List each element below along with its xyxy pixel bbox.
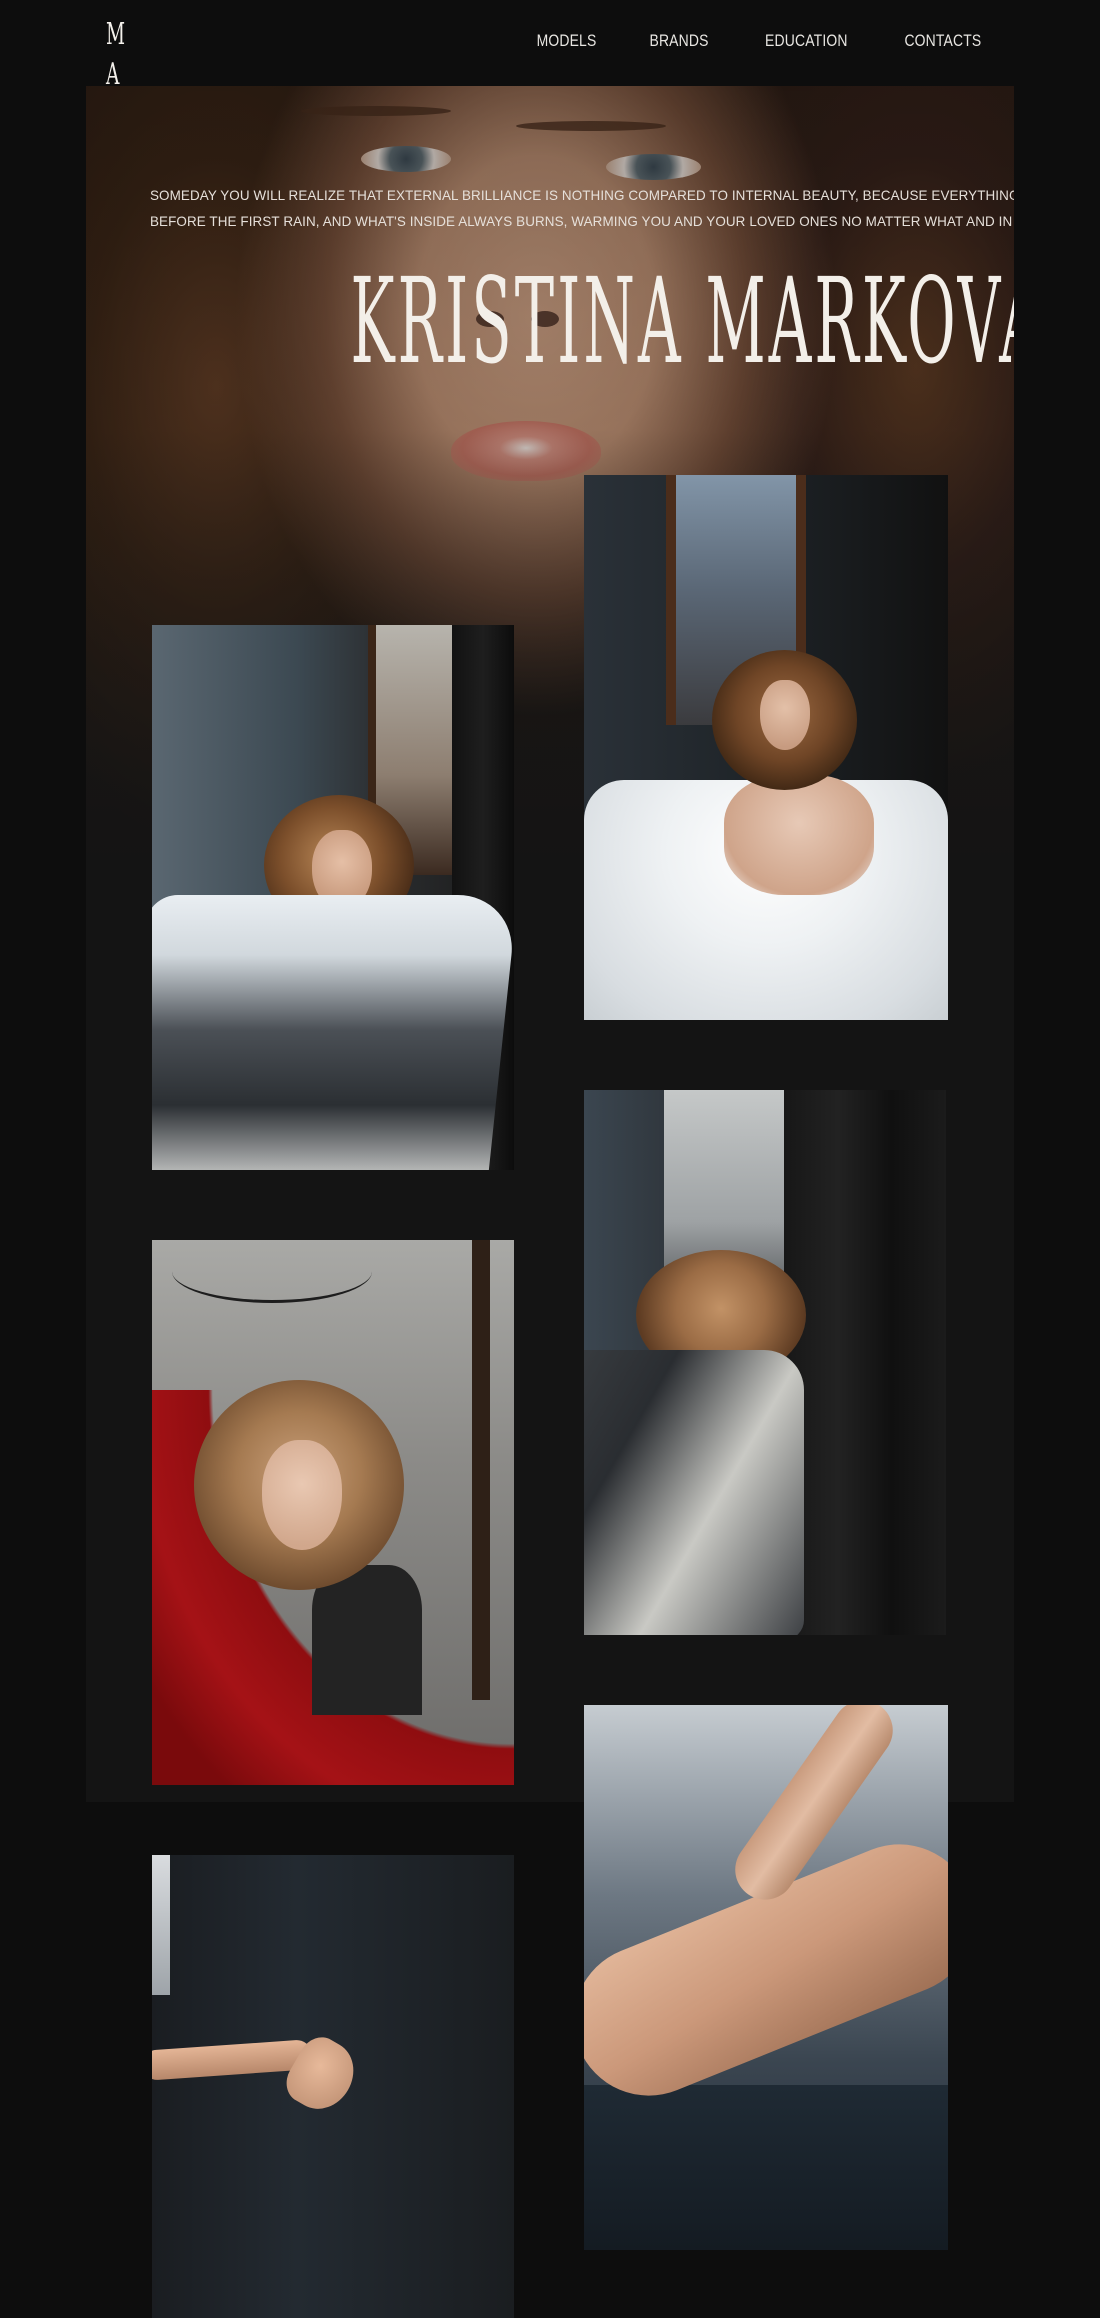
nav-brands[interactable]: BRANDS (650, 31, 709, 51)
gallery-photo[interactable] (152, 1855, 514, 2318)
body-shape (724, 775, 874, 895)
face-shape (760, 680, 810, 750)
face-shape (262, 1440, 342, 1550)
nav-models[interactable]: MODELS (537, 31, 597, 51)
curtain-shape (784, 1090, 946, 1635)
page: MA MODELS BRANDS EDUCATION CONTACTS Some… (0, 0, 1100, 2318)
chandelier-shape (172, 1240, 372, 1303)
nav-contacts[interactable]: CONTACTS (905, 31, 982, 51)
bathtub-shape (584, 1350, 804, 1635)
hero-title: KRISTINA MARKOVA (350, 252, 1015, 390)
window-shape (152, 1855, 170, 1995)
gallery-photo[interactable] (584, 1705, 948, 2250)
bathtub-shape (152, 895, 514, 1170)
logo-letter-m: M (106, 17, 125, 52)
gallery-photo[interactable] (584, 475, 948, 1020)
site-header: MA MODELS BRANDS EDUCATION CONTACTS (0, 0, 1100, 90)
gallery-photo[interactable] (152, 625, 514, 1170)
hero-quote: Someday you will realize that external b… (150, 182, 1014, 234)
hero-quote-line: before the first rain, and what's inside… (150, 213, 1014, 229)
logo[interactable]: MA (106, 17, 128, 90)
main-nav: MODELS BRANDS EDUCATION CONTACTS (530, 31, 990, 51)
nav-education[interactable]: EDUCATION (765, 31, 848, 51)
robe-shape (312, 1565, 422, 1715)
water-shape (584, 2085, 948, 2250)
gallery-photo[interactable] (584, 1090, 946, 1635)
hero-quote-line: Someday you will realize that external b… (150, 187, 1014, 203)
gallery-photo[interactable] (152, 1240, 514, 1785)
